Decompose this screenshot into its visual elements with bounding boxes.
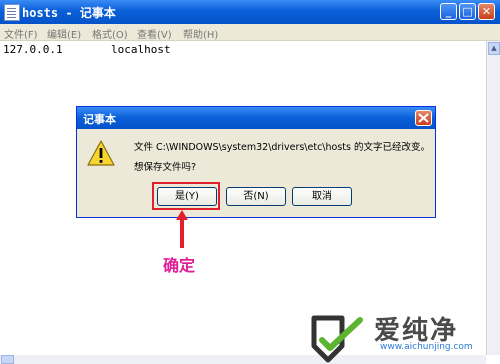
yes-button-highlight [152, 182, 220, 210]
minimize-button[interactable]: _ [440, 3, 457, 20]
dialog-title: 记事本 [83, 113, 116, 126]
dialog-title-bar[interactable]: 记事本 [77, 107, 435, 129]
menu-view[interactable]: 查看(V) [137, 26, 172, 41]
menu-bar: 文件(F) 编辑(E) 格式(O) 查看(V) 帮助(H) [0, 24, 500, 41]
maximize-button[interactable]: □ [459, 3, 476, 20]
close-button[interactable]: ✕ [478, 3, 495, 20]
dialog-question: 想保存文件吗? [134, 162, 197, 173]
scroll-up-icon[interactable]: ▲ [488, 42, 500, 55]
dialog-message: 文件 C:\WINDOWS\system32\drivers\etc\hosts… [134, 142, 430, 153]
window-title: hosts - 记事本 [22, 6, 116, 20]
notepad-icon [4, 4, 20, 21]
no-button[interactable]: 否(N) [226, 187, 286, 206]
annotation-label: 确定 [163, 256, 196, 275]
title-bar[interactable]: hosts - 记事本 _ □ ✕ [0, 0, 500, 24]
vertical-scrollbar[interactable]: ▲ [486, 41, 500, 355]
menu-file[interactable]: 文件(F) [4, 26, 38, 41]
menu-help[interactable]: 帮助(H) [183, 26, 218, 41]
dialog-close-button[interactable] [415, 110, 432, 126]
save-confirm-dialog: 记事本 文件 C:\WINDOWS\system32\drivers\etc\h… [76, 106, 436, 218]
hosts-ip: 127.0.0.1 [3, 43, 63, 56]
warning-icon [87, 140, 115, 166]
menu-format[interactable]: 格式(O) [92, 26, 128, 41]
watermark-url: www.aichunjing.com [380, 342, 473, 352]
hosts-hostname: localhost [111, 43, 171, 56]
cancel-button[interactable]: 取消 [292, 187, 352, 206]
scroll-left-icon[interactable] [1, 355, 14, 364]
menu-edit[interactable]: 编辑(E) [47, 26, 81, 41]
up-arrow-icon [176, 210, 188, 248]
close-icon [418, 113, 429, 123]
